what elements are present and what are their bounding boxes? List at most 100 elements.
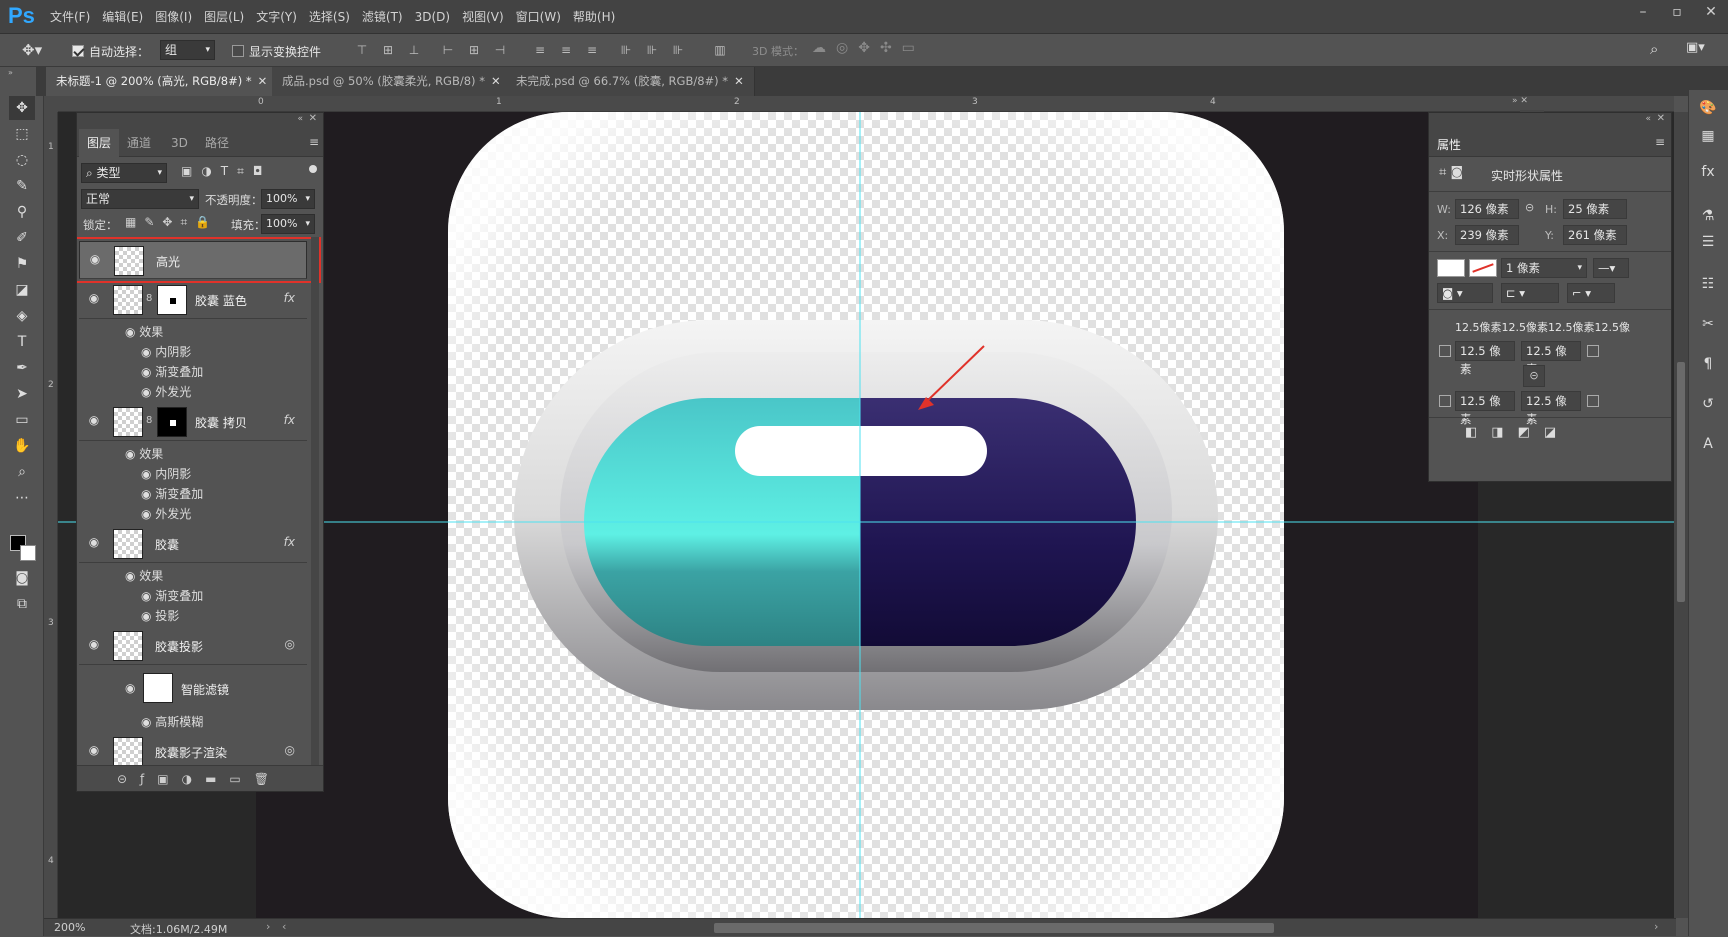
stroke-color-swatch[interactable]	[1469, 259, 1497, 277]
effects-row[interactable]: ◉ 效果	[125, 567, 163, 584]
eye-icon[interactable]: ◉	[141, 487, 155, 501]
layer-name: 胶囊 拷贝	[195, 416, 247, 430]
fx-icon[interactable]: fx	[284, 291, 295, 305]
scroll-right-icon[interactable]: ›	[1654, 920, 1658, 933]
fx-icon[interactable]: fx	[284, 535, 295, 549]
link-icon[interactable]: ⊝	[1525, 201, 1534, 214]
collapse-icon[interactable]: «	[297, 114, 303, 124]
tool-presets-icon[interactable]: ✂	[1696, 312, 1720, 336]
filter-kind-dropdown[interactable]: ⌕ 类型 ▾	[81, 163, 167, 183]
eye-icon[interactable]: ◉	[141, 609, 155, 623]
effects-row[interactable]: ◉ 效果	[125, 323, 163, 340]
tab-layers[interactable]: 图层	[79, 129, 120, 157]
effects-row[interactable]: ◉ 效果	[125, 445, 163, 462]
chevron-right-icon[interactable]: ›	[266, 920, 270, 933]
effect-item[interactable]: ◉ 渐变叠加	[141, 587, 203, 604]
color-icon[interactable]: 🎨	[1696, 96, 1720, 120]
effect-item[interactable]: ◉ 渐变叠加	[141, 485, 203, 502]
character-icon[interactable]: A	[1696, 432, 1720, 456]
effect-item[interactable]: ◉ 渐变叠加	[141, 363, 203, 380]
close-icon[interactable]: ✕	[1657, 113, 1665, 124]
eye-icon[interactable]: ◉	[125, 569, 139, 583]
highlight-shape[interactable]	[735, 426, 987, 476]
x-input[interactable]: 239 像素	[1455, 225, 1519, 245]
eye-icon[interactable]: ◉	[125, 447, 139, 461]
eye-icon[interactable]: ◉	[141, 715, 155, 729]
collapse-icon[interactable]: «	[1645, 114, 1651, 124]
zoom-level[interactable]: 200%	[54, 921, 85, 934]
eye-icon[interactable]: ◉	[125, 325, 139, 339]
corner-br-input[interactable]: 12.5 像素	[1521, 391, 1581, 426]
opacity-input[interactable]: 100% ▾	[261, 189, 315, 209]
width-input[interactable]: 126 像素	[1455, 199, 1519, 219]
layer-name: 胶囊影子渲染	[155, 746, 228, 760]
fill-color-swatch[interactable]	[1437, 259, 1465, 277]
horizontal-scrollbar[interactable]	[714, 923, 1274, 933]
layer-row[interactable]: ◉ 8 胶囊 拷贝 fx	[79, 403, 307, 441]
eye-icon[interactable]: ◉	[87, 535, 101, 549]
smart-object-icon: ◎	[284, 743, 295, 757]
history-icon[interactable]: ↺	[1696, 392, 1720, 416]
height-input[interactable]: 25 像素	[1563, 199, 1627, 219]
tab-paths[interactable]: 路径	[205, 129, 229, 157]
scroll-left-icon[interactable]: ‹	[282, 920, 286, 933]
height-label: H:	[1545, 203, 1557, 216]
tab-3d[interactable]: 3D	[171, 129, 188, 157]
vertical-scrollbar[interactable]	[1674, 112, 1688, 918]
layers-footer-icons[interactable]: ⊝ƒ▣◑▬▭🗑	[77, 765, 323, 791]
fx-icon[interactable]: fx	[284, 413, 295, 427]
eye-icon[interactable]: ◉	[141, 365, 155, 379]
effect-item[interactable]: ◉ 内阴影	[141, 343, 191, 360]
lock-icons[interactable]: ▦✎✥⌗🔒	[125, 215, 218, 230]
layers-scrollbar[interactable]	[311, 237, 319, 765]
paragraph-icon[interactable]: ¶	[1696, 352, 1720, 376]
eye-icon[interactable]: ◉	[87, 291, 101, 305]
stroke-type-dropdown[interactable]: —▾	[1593, 258, 1629, 278]
filter-toggle-icon[interactable]	[309, 165, 317, 173]
effect-item[interactable]: ◉ 投影	[141, 607, 179, 624]
effect-item[interactable]: ◉ 内阴影	[141, 465, 191, 482]
close-icon[interactable]: ✕	[309, 113, 317, 124]
corner-tl-icon	[1439, 345, 1451, 357]
panel-menu-icon[interactable]: ≡	[1655, 135, 1665, 149]
layer-row[interactable]: ◉ 8 胶囊 蓝色 fx	[79, 281, 307, 319]
y-input[interactable]: 261 像素	[1563, 225, 1627, 245]
eye-icon[interactable]: ◉	[141, 507, 155, 521]
swatches-icon[interactable]: ▦	[1696, 124, 1720, 148]
filter-mask-thumbnail	[143, 673, 173, 703]
adjustments-icon[interactable]: ⚗	[1696, 204, 1720, 228]
eye-icon[interactable]: ◉	[141, 467, 155, 481]
layer-row[interactable]: ◉ 胶囊影子渲染 ◎	[79, 733, 307, 765]
link-corners-icon[interactable]: ⊝	[1523, 365, 1545, 387]
filter-item[interactable]: ◉ 高斯模糊	[141, 713, 203, 730]
effect-item[interactable]: ◉ 外发光	[141, 383, 191, 400]
fill-input[interactable]: 100% ▾	[261, 214, 315, 234]
path-operations-icons[interactable]: ◧◨◩◪	[1465, 425, 1585, 447]
eye-icon[interactable]: ◉	[141, 385, 155, 399]
smart-filter-row[interactable]: ◉ 智能滤镜	[121, 671, 321, 709]
tab-channels[interactable]: 通道	[127, 129, 151, 157]
filter-icons[interactable]: ▣◑T⌗◘	[181, 164, 271, 179]
layer-row[interactable]: ◉ 胶囊投影 ◎	[79, 627, 307, 665]
stroke-join-dropdown[interactable]: ⌐ ▾	[1567, 283, 1615, 303]
eye-icon[interactable]: ◉	[141, 589, 155, 603]
blend-mode-dropdown[interactable]: 正常 ▾	[81, 189, 199, 209]
eye-icon[interactable]: ◉	[87, 743, 101, 757]
corner-bl-input[interactable]: 12.5 像素	[1455, 391, 1515, 426]
sliders-icon[interactable]: ☰	[1696, 230, 1720, 254]
stroke-cap-dropdown[interactable]: ⊏ ▾	[1501, 283, 1559, 303]
corner-tr-input[interactable]: 12.5 像素	[1521, 341, 1581, 376]
corner-tl-input[interactable]: 12.5 像素	[1455, 341, 1515, 376]
libraries-icon[interactable]: ☷	[1696, 272, 1720, 296]
eye-icon[interactable]: ◉	[87, 637, 101, 651]
eye-icon[interactable]: ◉	[87, 413, 101, 427]
layer-row[interactable]: ◉ 胶囊 fx	[79, 525, 307, 563]
layer-name: 胶囊 蓝色	[195, 294, 247, 308]
eye-icon[interactable]: ◉	[141, 345, 155, 359]
eye-icon[interactable]: ◉	[125, 681, 135, 695]
stroke-width-input[interactable]: 1 像素 ▾	[1501, 258, 1587, 278]
effect-item[interactable]: ◉ 外发光	[141, 505, 191, 522]
panel-menu-icon[interactable]: ≡	[309, 135, 319, 149]
styles-icon[interactable]: fx	[1696, 160, 1720, 184]
stroke-align-dropdown[interactable]: ◙ ▾	[1437, 283, 1493, 303]
